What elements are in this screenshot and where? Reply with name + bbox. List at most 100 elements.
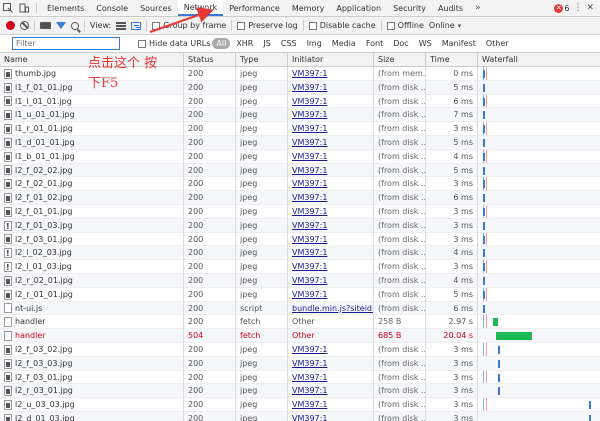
checkbox-box[interactable] (237, 21, 246, 30)
checkbox-box[interactable] (386, 21, 395, 30)
cell-name[interactable]: l2_f_03_02.jpg (0, 343, 184, 357)
cell-initiator[interactable]: VM397:1 (288, 191, 374, 205)
tab-memory[interactable]: Memory (286, 0, 331, 16)
cell-name[interactable]: l1_b_01_01.jpg (0, 149, 184, 164)
clear-icon[interactable] (20, 21, 29, 30)
cell-initiator[interactable]: VM397:1 (288, 370, 374, 385)
cell-initiator[interactable]: VM397:1 (288, 232, 374, 247)
table-row[interactable]: l2_f_01_03.jpg 200jpeg VM397:1 (from disk .… (0, 218, 600, 233)
filter-input[interactable] (12, 37, 120, 50)
initiator-link[interactable]: VM397:1 (292, 262, 327, 271)
cell-initiator[interactable]: Other (288, 315, 374, 330)
cell-initiator[interactable]: VM397:1 (288, 108, 374, 123)
tab-security[interactable]: Security (387, 0, 432, 16)
checkbox-box[interactable] (308, 21, 317, 30)
initiator-link[interactable]: bundle.min.js?siteid=... (292, 304, 373, 313)
tab-application[interactable]: Application (330, 0, 387, 16)
table-row[interactable]: l2_r_03_01.jpg 200 jpeg VM397:1 (from disk .… (0, 384, 600, 399)
cell-name[interactable]: l1_d_01_01.jpg (0, 136, 184, 150)
table-row[interactable]: l2_f_03_02.jpg 200 jpeg VM397:1 (from disk .… (0, 343, 600, 357)
preserve-log-checkbox[interactable]: Preserve log (237, 21, 298, 30)
cell-initiator[interactable]: VM397:1 (288, 122, 374, 136)
initiator-link[interactable]: VM397:1 (292, 138, 327, 147)
cell-name[interactable]: l2_f_02_02.jpg (0, 163, 184, 178)
cell-initiator[interactable]: VM397:1 (288, 412, 374, 421)
cell-initiator[interactable]: VM397:1 (288, 205, 374, 219)
initiator-link[interactable]: VM397:1 (292, 97, 327, 106)
offline-checkbox[interactable]: Offline (386, 21, 424, 30)
cell-name[interactable]: l2_f_01_03.jpg (0, 218, 184, 233)
cell-initiator[interactable]: VM397:1 (288, 80, 374, 95)
throttling-select[interactable]: Online ▾ (429, 21, 461, 30)
filter-type-ws[interactable]: WS (415, 38, 436, 49)
table-row[interactable]: l2_f_01_01.jpg 200 jpeg VM397:1 (from disk .… (0, 205, 600, 219)
tab-network[interactable]: Network (177, 0, 224, 16)
cell-initiator[interactable]: VM397:1 (288, 398, 374, 412)
cell-name[interactable]: l2_f_01_02.jpg (0, 191, 184, 205)
table-row[interactable]: l2_l_02_03.jpg 200jpeg VM397:1 (from disk .… (0, 246, 600, 261)
cell-name[interactable]: l2_f_03_01.jpg (0, 370, 184, 385)
tab-sources[interactable]: Sources (134, 0, 178, 16)
cell-initiator[interactable]: VM397:1 (288, 94, 374, 109)
initiator-link[interactable]: VM397:1 (292, 414, 327, 421)
initiator-link[interactable]: VM397:1 (292, 69, 327, 78)
device-toolbar-icon[interactable] (16, 0, 32, 16)
table-row[interactable]: l2_f_02_01.jpg 200 jpeg VM397:1 (from disk .… (0, 177, 600, 192)
cell-initiator[interactable]: VM397:1 (288, 287, 374, 302)
cell-initiator[interactable]: VM397:1 (288, 260, 374, 274)
initiator-link[interactable]: VM397:1 (292, 152, 327, 161)
filter-type-xhr[interactable]: XHR (232, 38, 257, 49)
filter-type-manifest[interactable]: Manifest (438, 38, 480, 49)
initiator-link[interactable]: VM397:1 (292, 221, 327, 230)
cell-name[interactable]: nt-ui.js (0, 301, 184, 316)
filter-icon[interactable] (56, 22, 66, 29)
initiator-link[interactable]: VM397:1 (292, 345, 327, 354)
initiator-link[interactable]: VM397:1 (292, 373, 327, 382)
cell-name[interactable]: l2_d_01_03.jpg (0, 412, 184, 421)
cell-initiator[interactable]: VM397:1 (288, 67, 374, 81)
initiator-link[interactable]: VM397:1 (292, 386, 327, 395)
filter-type-js[interactable]: JS (259, 38, 274, 49)
customize-menu-icon[interactable]: ⋮ (573, 3, 582, 13)
cell-initiator[interactable]: Other (288, 329, 374, 343)
initiator-link[interactable]: VM397:1 (292, 400, 327, 409)
cell-initiator[interactable]: VM397:1 (288, 246, 374, 261)
column-header-size[interactable]: Size (374, 53, 426, 67)
group-by-frame-checkbox[interactable]: Group by frame (152, 21, 226, 30)
initiator-link[interactable]: VM397:1 (292, 83, 327, 92)
initiator-link[interactable]: VM397:1 (292, 193, 327, 202)
initiator-link[interactable]: VM397:1 (292, 124, 327, 133)
table-row[interactable]: l2_f_01_02.jpg 200 jpeg VM397:1 (from disk .… (0, 191, 600, 205)
cell-name[interactable]: l2_f_03_03.jpg (0, 356, 184, 371)
cell-initiator[interactable]: VM397:1 (288, 136, 374, 150)
tab-performance[interactable]: Performance (223, 0, 286, 16)
table-row[interactable]: l1_u_01_01.jpg 200 jpeg VM397:1 (from disk .… (0, 108, 600, 123)
cell-initiator[interactable]: bundle.min.js?siteid=... (288, 301, 374, 316)
table-row[interactable]: l1_d_01_01.jpg 200 jpeg VM397:1 (from disk .… (0, 136, 600, 150)
cell-name[interactable]: l2_r_03_01.jpg (0, 384, 184, 399)
cell-name[interactable]: l1_r_01_01.jpg (0, 122, 184, 136)
cell-name[interactable]: l2_f_02_01.jpg (0, 177, 184, 192)
disable-cache-checkbox[interactable]: Disable cache (308, 21, 376, 30)
cell-name[interactable]: l2_r_02_01.jpg (0, 274, 184, 288)
table-row[interactable]: handler 200 fetch Other 258 B 2.97 s (0, 315, 600, 330)
column-header-initiator[interactable]: Initiator (288, 53, 374, 67)
search-icon[interactable] (71, 21, 79, 30)
table-row[interactable]: l2_l_01_03.jpg 200jpeg VM397:1 (from disk .… (0, 260, 600, 274)
cell-name[interactable]: l2_l_01_03.jpg (0, 260, 184, 274)
initiator-link[interactable]: VM397:1 (292, 290, 327, 299)
cell-name[interactable]: l2_r_01_01.jpg (0, 287, 184, 302)
filter-type-doc[interactable]: Doc (389, 38, 412, 49)
cell-name[interactable]: l1_l_01_01.jpg (0, 94, 184, 109)
filter-type-css[interactable]: CSS (277, 38, 301, 49)
large-rows-view-icon[interactable] (116, 21, 127, 30)
more-tabs-button[interactable]: » (469, 0, 487, 16)
table-row[interactable]: l2_r_02_01.jpg 200 jpeg VM397:1 (from disk .… (0, 274, 600, 288)
cell-name[interactable]: l2_f_03_01.jpg (0, 232, 184, 247)
initiator-link[interactable]: VM397:1 (292, 359, 327, 368)
column-header-status[interactable]: Status (184, 53, 236, 67)
close-devtools-icon[interactable]: ✕ (586, 3, 594, 13)
cell-name[interactable]: l1_u_01_01.jpg (0, 108, 184, 123)
table-row[interactable]: nt-ui.js 200script bundle.min.js?siteid=..… (0, 301, 600, 316)
initiator-link[interactable]: VM397:1 (292, 235, 327, 244)
